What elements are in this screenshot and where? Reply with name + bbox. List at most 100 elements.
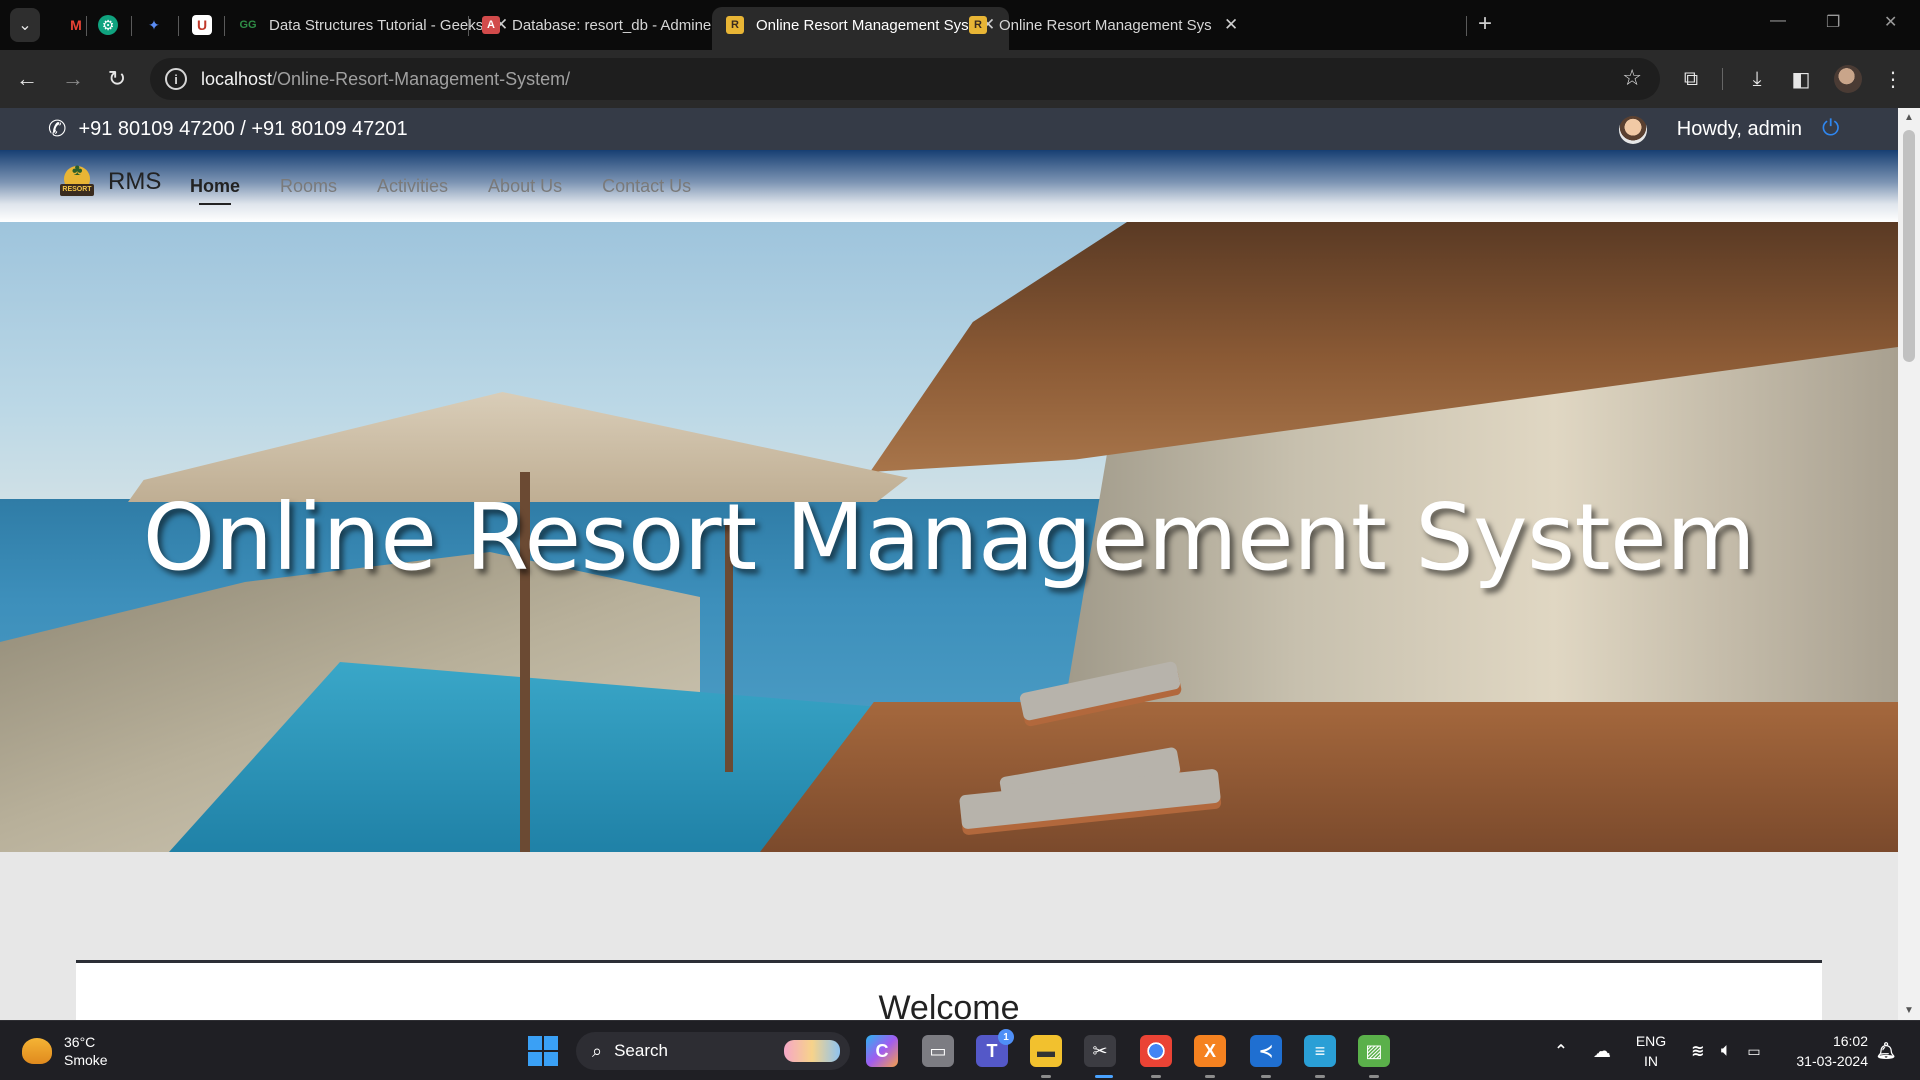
running-indicator — [1369, 1075, 1379, 1078]
tab-search-button[interactable]: ⌄ — [10, 8, 40, 42]
image-viewer-icon[interactable]: ▨ — [1358, 1035, 1390, 1067]
copilot-icon[interactable]: C — [866, 1035, 898, 1067]
bookmark-star-icon[interactable]: ☆ — [1622, 65, 1642, 91]
app-icon: U — [192, 15, 212, 35]
site-navbar: ♣ RESORT RMS Home Rooms Activities About… — [0, 150, 1898, 222]
tab-title: Database: resort_db - Adminer — [512, 16, 717, 34]
welcome-section: Welcome — [76, 960, 1822, 1020]
tab-separator — [131, 16, 132, 36]
notification-bell-icon[interactable]: 🔔︎ — [1874, 1035, 1898, 1067]
chevron-up-icon[interactable]: ⌃ — [1548, 1035, 1574, 1067]
minimize-icon[interactable]: — — [1770, 12, 1786, 30]
close-icon[interactable]: ✕ — [1224, 15, 1238, 35]
pinned-tab-gmail[interactable]: M — [60, 8, 92, 42]
tab-title: Online Resort Management Sys — [999, 16, 1212, 34]
weather-description: Smoke — [64, 1052, 108, 1068]
url-text: localhost/Online-Resort-Management-Syste… — [201, 69, 570, 90]
site-info-icon[interactable]: i — [165, 68, 187, 90]
active-indicator — [1095, 1075, 1113, 1078]
scroll-down-icon[interactable]: ▼ — [1904, 1005, 1914, 1016]
wifi-icon[interactable]: ≋ — [1686, 1035, 1710, 1067]
chrome-icon[interactable] — [1140, 1035, 1172, 1067]
nav-rooms[interactable]: Rooms — [280, 176, 337, 197]
resort-logo: ♣ RESORT — [58, 162, 96, 202]
page-scrollbar[interactable]: ▲ ▼ — [1898, 108, 1920, 1020]
tab-resort-2[interactable]: R Online Resort Management Sys ✕ — [955, 7, 1252, 43]
tab-separator — [86, 16, 87, 36]
tab-title: Online Resort Management Sys — [756, 16, 969, 34]
user-avatar[interactable] — [1619, 116, 1647, 144]
task-view-icon[interactable]: ▭ — [922, 1035, 954, 1067]
brand-name: RMS — [108, 168, 162, 195]
search-label: Search — [614, 1041, 668, 1060]
pinned-tab-app[interactable]: U — [186, 8, 218, 42]
running-indicator — [1315, 1075, 1325, 1078]
notepad-icon[interactable]: ≡ — [1304, 1035, 1336, 1067]
scroll-up-icon[interactable]: ▲ — [1904, 112, 1914, 123]
forward-button[interactable]: → — [58, 64, 88, 94]
language-indicator[interactable]: ENG IN — [1634, 1031, 1668, 1071]
contact-phone: +91 80109 47200 / +91 80109 47201 — [78, 117, 408, 140]
restore-icon[interactable]: ❐ — [1826, 12, 1840, 32]
weather-temperature: 36°C — [64, 1034, 96, 1050]
windows-start-icon[interactable] — [528, 1036, 558, 1066]
page-viewport: ✆ +91 80109 47200 / +91 80109 47201 Howd… — [0, 108, 1898, 1020]
geeksforgeeks-icon: GG — [239, 19, 257, 31]
extensions-icon[interactable]: ⧉ — [1676, 64, 1706, 94]
url-host: localhost — [201, 68, 273, 89]
region-code: IN — [1644, 1053, 1658, 1069]
resort-icon: R — [969, 16, 987, 34]
profile-avatar[interactable] — [1834, 65, 1862, 93]
menu-kebab-icon[interactable]: ⋮ — [1878, 64, 1908, 94]
teams-icon[interactable]: T 1 — [976, 1029, 1014, 1067]
side-panel-icon[interactable]: ◧ — [1786, 64, 1816, 94]
site-topbar: ✆ +91 80109 47200 / +91 80109 47201 Howd… — [0, 108, 1898, 150]
nav-contact-us[interactable]: Contact Us — [602, 176, 691, 197]
download-icon[interactable]: ⤓ — [1742, 64, 1772, 94]
xampp-icon[interactable]: X — [1194, 1035, 1226, 1067]
weather-widget[interactable]: 36°C Smoke — [22, 1033, 108, 1069]
pinned-tab-chatgpt[interactable]: ⚙ — [92, 8, 124, 42]
adminer-icon: A — [482, 16, 500, 34]
clock-time: 16:02 — [1832, 1033, 1868, 1049]
tab-title: Data Structures Tutorial - Geeks — [269, 16, 484, 34]
file-explorer-icon[interactable]: ▬ — [1030, 1035, 1062, 1067]
tab-separator — [178, 16, 179, 36]
notification-badge: 1 — [998, 1029, 1014, 1045]
nav-home[interactable]: Home — [190, 176, 240, 205]
address-bar[interactable]: i localhost/Online-Resort-Management-Sys… — [150, 58, 1660, 100]
welcome-heading: Welcome — [878, 989, 1020, 1020]
user-greeting[interactable]: Howdy, admin — [1677, 108, 1802, 150]
hero-deck — [760, 702, 1898, 852]
running-indicator — [1151, 1075, 1161, 1078]
nav-activities[interactable]: Activities — [377, 176, 448, 197]
taskbar-search[interactable]: ⌕ Search — [576, 1032, 850, 1070]
reload-button[interactable]: ↻ — [102, 64, 132, 94]
search-highlight-art — [784, 1040, 840, 1062]
back-button[interactable]: ← — [12, 64, 42, 94]
brand[interactable]: ♣ RESORT RMS — [58, 162, 161, 202]
close-window-icon[interactable]: ✕ — [1884, 12, 1897, 32]
hero-banner: Online Resort Management System — [0, 222, 1898, 852]
pinned-tab-gemini[interactable]: ✦ — [138, 8, 170, 42]
browser-toolbar: ← → ↻ i localhost/Online-Resort-Manageme… — [0, 50, 1920, 108]
new-tab-button[interactable]: + — [1478, 10, 1492, 38]
nav-about-us[interactable]: About Us — [488, 176, 562, 197]
hero-title: Online Resort Management System — [142, 484, 1756, 591]
phone-icon: ✆ — [48, 116, 67, 141]
taskbar: 36°C Smoke ⌕ Search C ▭ T 1 ▬ ✂ X ≺ ≡ ▨ … — [0, 1020, 1920, 1080]
url-path: /Online-Resort-Management-System/ — [272, 68, 571, 89]
power-logout-icon[interactable]: ⏻ — [1822, 115, 1839, 141]
battery-icon[interactable]: ▭ — [1742, 1035, 1766, 1067]
volume-icon[interactable]: 🔈︎ — [1714, 1035, 1738, 1067]
tab-separator — [1466, 16, 1467, 36]
onedrive-cloud-icon[interactable]: ☁ — [1588, 1035, 1616, 1067]
vscode-icon[interactable]: ≺ — [1250, 1035, 1282, 1067]
chatgpt-icon: ⚙ — [98, 15, 118, 35]
scrollbar-thumb[interactable] — [1903, 130, 1915, 362]
system-clock[interactable]: 16:02 31-03-2024 — [1782, 1031, 1868, 1071]
gmail-icon: M — [70, 17, 82, 33]
snipping-tool-icon[interactable]: ✂ — [1084, 1035, 1116, 1067]
gemini-icon: ✦ — [148, 16, 160, 33]
search-icon: ⌕ — [592, 1040, 603, 1061]
